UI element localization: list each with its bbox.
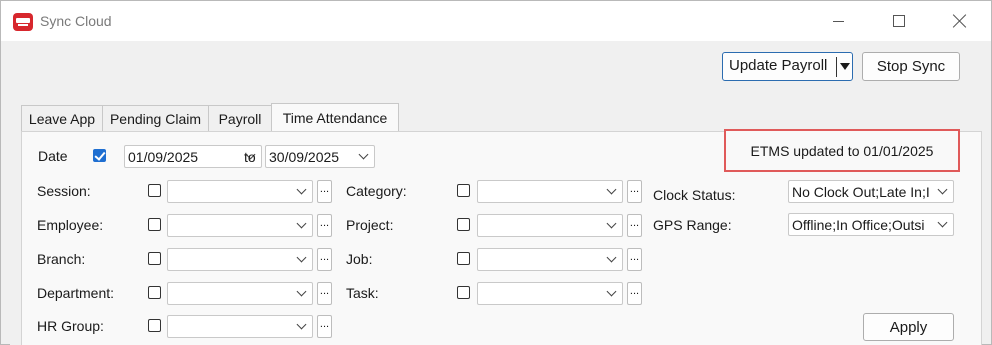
chevron-down-icon <box>606 252 617 263</box>
task-checkbox[interactable] <box>457 286 470 299</box>
title-bar: Sync Cloud <box>1 1 991 41</box>
department-browse-button[interactable]: ... <box>317 282 332 305</box>
chevron-down-icon <box>296 184 307 195</box>
hr-group-label: HR Group: <box>37 318 104 334</box>
clock-status-label: Clock Status: <box>653 187 736 203</box>
branch-checkbox[interactable] <box>148 252 161 265</box>
hr-group-checkbox[interactable] <box>148 319 161 332</box>
window-title: Sync Cloud <box>40 13 112 29</box>
date-checkbox[interactable] <box>93 149 106 162</box>
tab-payroll[interactable]: Payroll <box>208 105 272 132</box>
clock-status-select[interactable]: No Clock Out;Late In;I <box>788 180 954 203</box>
date-label: Date <box>38 148 68 164</box>
employee-select[interactable] <box>167 214 313 237</box>
etms-status-box: ETMS updated to 01/01/2025 <box>724 129 960 172</box>
job-browse-button[interactable]: ... <box>627 248 642 271</box>
chevron-down-icon <box>606 218 617 229</box>
tab-time-attendance[interactable]: Time Attendance <box>271 103 399 132</box>
session-label: Session: <box>37 183 91 199</box>
department-select[interactable] <box>167 282 313 305</box>
apply-button[interactable]: Apply <box>863 313 954 341</box>
minimize-icon <box>832 20 844 22</box>
task-browse-button[interactable]: ... <box>627 282 642 305</box>
category-select[interactable] <box>477 180 623 203</box>
hr-group-select[interactable] <box>167 315 313 338</box>
session-browse-button[interactable]: ... <box>317 180 332 203</box>
tab-leave-app[interactable]: Leave App <box>21 105 103 132</box>
chevron-down-icon <box>296 286 307 297</box>
chevron-down-icon <box>937 184 948 195</box>
app-logo-icon <box>13 13 33 31</box>
tab-pending-claim[interactable]: Pending Claim <box>102 105 209 132</box>
branch-select[interactable] <box>167 248 313 271</box>
close-button[interactable] <box>937 1 983 41</box>
date-from-picker[interactable]: 01/09/2025 <box>124 145 262 168</box>
category-label: Category: <box>346 183 407 199</box>
gps-range-label: GPS Range: <box>653 217 732 233</box>
project-checkbox[interactable] <box>457 218 470 231</box>
gps-range-value: Offline;In Office;Outsi <box>792 217 925 233</box>
client-area: Update Payroll Stop Sync Leave App Pendi… <box>10 41 982 345</box>
project-browse-button[interactable]: ... <box>627 214 642 237</box>
chevron-down-icon <box>296 218 307 229</box>
dropdown-arrow-icon[interactable] <box>840 63 850 70</box>
minimize-button[interactable] <box>815 1 861 41</box>
chevron-down-icon <box>606 184 617 195</box>
project-label: Project: <box>346 217 394 233</box>
chevron-down-icon <box>296 319 307 330</box>
hr-group-browse-button[interactable]: ... <box>317 315 332 338</box>
chevron-down-icon <box>606 286 617 297</box>
job-select[interactable] <box>477 248 623 271</box>
employee-checkbox[interactable] <box>148 218 161 231</box>
task-label: Task: <box>346 285 379 301</box>
employee-browse-button[interactable]: ... <box>317 214 332 237</box>
branch-label: Branch: <box>37 251 86 267</box>
maximize-icon <box>893 15 905 27</box>
date-to-label: to <box>244 149 256 165</box>
session-select[interactable] <box>167 180 313 203</box>
sync-cloud-window: Sync Cloud Update Payroll Stop Sync Leav… <box>0 0 992 345</box>
date-to-value: 30/09/2025 <box>269 149 340 165</box>
chevron-down-icon <box>937 217 948 228</box>
update-payroll-label[interactable]: Update Payroll <box>729 57 827 74</box>
stop-sync-button[interactable]: Stop Sync <box>862 52 960 81</box>
department-checkbox[interactable] <box>148 286 161 299</box>
job-label: Job: <box>346 251 373 267</box>
date-to-picker[interactable]: 30/09/2025 <box>265 145 375 168</box>
date-from-value: 01/09/2025 <box>128 149 199 165</box>
session-checkbox[interactable] <box>148 184 161 197</box>
category-browse-button[interactable]: ... <box>627 180 642 203</box>
gps-range-select[interactable]: Offline;In Office;Outsi <box>788 213 954 236</box>
project-select[interactable] <box>477 214 623 237</box>
department-label: Department: <box>37 285 115 301</box>
chevron-down-icon <box>358 149 369 160</box>
split-divider <box>836 57 837 77</box>
job-checkbox[interactable] <box>457 252 470 265</box>
clock-status-value: No Clock Out;Late In;I <box>792 184 930 200</box>
task-select[interactable] <box>477 282 623 305</box>
close-icon <box>953 14 967 28</box>
maximize-button[interactable] <box>876 1 922 41</box>
update-payroll-split-button[interactable]: Update Payroll <box>722 52 853 81</box>
employee-label: Employee: <box>37 217 104 233</box>
category-checkbox[interactable] <box>457 184 470 197</box>
chevron-down-icon <box>296 252 307 263</box>
branch-browse-button[interactable]: ... <box>317 248 332 271</box>
